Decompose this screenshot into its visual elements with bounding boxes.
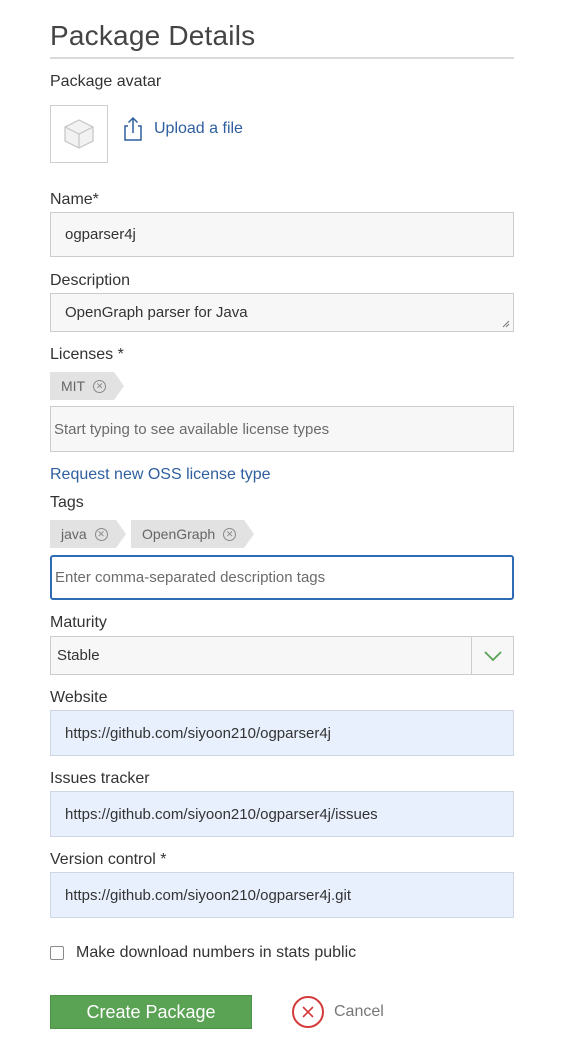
website-label: Website — [50, 689, 108, 706]
issues-tracker-label: Issues tracker — [50, 770, 150, 787]
tags-placeholder: Enter comma-separated description tags — [55, 569, 326, 586]
page-title: Package Details — [50, 20, 256, 51]
upload-file-label: Upload a file — [154, 120, 243, 137]
issues-tracker-input[interactable]: https://github.com/siyoon210/ogparser4j/… — [50, 791, 514, 837]
license-chip-label: MIT — [61, 378, 86, 394]
tag-chip-label: java — [61, 526, 87, 542]
title-divider — [50, 57, 514, 59]
version-control-input[interactable]: https://github.com/siyoon210/ogparser4j.… — [50, 872, 514, 918]
license-search-input[interactable]: Start typing to see available license ty… — [50, 406, 514, 452]
licenses-label: Licenses * — [50, 346, 124, 363]
name-value: ogparser4j — [65, 226, 136, 243]
chevron-down-icon — [483, 650, 502, 661]
license-search-placeholder: Start typing to see available license ty… — [54, 420, 330, 438]
website-input[interactable]: https://github.com/siyoon210/ogparser4j — [50, 710, 514, 756]
upload-file-link[interactable]: Upload a file — [122, 116, 243, 142]
maturity-select[interactable]: Stable — [50, 636, 514, 675]
tags-input[interactable]: Enter comma-separated description tags — [50, 555, 514, 600]
description-label: Description — [50, 272, 131, 289]
maturity-label: Maturity — [50, 614, 107, 631]
name-label: Name* — [50, 191, 99, 208]
package-box-icon — [64, 119, 94, 149]
cancel-button[interactable]: Cancel — [292, 996, 384, 1028]
request-license-link[interactable]: Request new OSS license type — [50, 466, 271, 484]
stats-public-label: Make download numbers in stats public — [76, 944, 357, 961]
tag-chip-java: java ✕ — [50, 520, 126, 548]
stats-public-checkbox[interactable] — [50, 946, 64, 960]
tag-chip-label: OpenGraph — [142, 526, 216, 542]
remove-chip-icon[interactable]: ✕ — [93, 379, 107, 393]
remove-chip-icon[interactable]: ✕ — [223, 527, 237, 541]
tag-chip-opengraph: OpenGraph ✕ — [131, 520, 255, 548]
version-control-value: https://github.com/siyoon210/ogparser4j.… — [65, 886, 352, 904]
issues-tracker-value: https://github.com/siyoon210/ogparser4j/… — [65, 805, 378, 823]
license-chip-mit: MIT ✕ — [50, 372, 125, 400]
website-value: https://github.com/siyoon210/ogparser4j — [65, 724, 331, 742]
cancel-label: Cancel — [334, 1003, 384, 1020]
close-icon — [302, 1006, 314, 1018]
name-input[interactable]: ogparser4j — [50, 212, 514, 257]
stats-public-option[interactable]: Make download numbers in stats public — [50, 944, 356, 962]
cancel-circle — [292, 996, 324, 1028]
upload-icon — [124, 116, 142, 141]
version-control-label: Version control * — [50, 851, 167, 868]
resize-handle-icon[interactable] — [502, 320, 510, 328]
remove-chip-icon[interactable]: ✕ — [94, 527, 108, 541]
avatar-label: Package avatar — [50, 73, 162, 90]
tags-label: Tags — [50, 494, 84, 511]
description-textarea[interactable]: OpenGraph parser for Java — [50, 293, 514, 332]
avatar-preview — [50, 105, 108, 163]
maturity-dropdown-toggle[interactable] — [471, 637, 513, 674]
maturity-selected: Stable — [57, 647, 100, 664]
create-package-button[interactable]: Create Package — [50, 995, 252, 1029]
description-value: OpenGraph parser for Java — [65, 304, 248, 321]
